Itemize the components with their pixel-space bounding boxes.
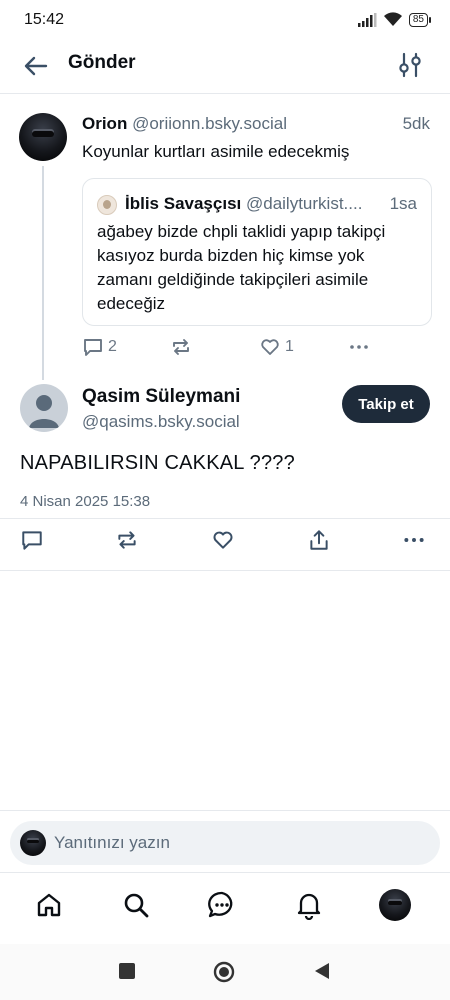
quote-text: ağabey bizde chpli taklidi yapıp takipçi… [97,222,386,313]
repost-button[interactable] [115,528,139,552]
repost-icon [118,531,136,549]
quoted-post[interactable]: İblis Savaşçısı @dailyturkist.... 1sa ağ… [82,178,432,326]
reply-placeholder: Yanıtınızı yazın [54,833,170,852]
author-name[interactable]: Qasim Süleymani [82,386,240,408]
more-icon [404,538,424,542]
home-icon [37,893,61,917]
thread-settings-button[interactable] [398,52,422,78]
chat-icon [208,891,233,918]
recents-button[interactable] [118,962,136,985]
quote-avatar [97,195,117,215]
wifi-icon [383,12,402,26]
square-icon [119,963,135,979]
author-name[interactable]: Orion [82,114,127,133]
battery-indicator: 85 [408,12,432,27]
comment-icon [22,531,42,550]
nav-search[interactable] [120,889,152,921]
sliders-icon [399,52,421,78]
default-avatar-icon [29,395,59,428]
author-handle[interactable]: @oriionn.bsky.social [132,114,287,133]
back-system-button[interactable] [313,962,331,985]
divider [0,570,450,571]
post-text: NAPABILIRSIN CAKKAL ???? [20,452,295,474]
share-icon [310,530,328,550]
more-button[interactable] [402,528,426,552]
heart-icon [261,339,279,355]
status-icons: 85 [357,12,432,27]
divider [0,518,450,519]
reply-button[interactable]: 2 [82,336,117,358]
quote-author-handle: @dailyturkist.... [245,194,363,213]
nav-home[interactable] [33,889,65,921]
home-system-button[interactable] [213,961,235,988]
author-handle[interactable]: @qasims.bsky.social [82,412,240,432]
search-icon [124,893,149,918]
quote-time: 1sa [385,194,417,214]
post-author[interactable]: Orion @oriionn.bsky.social [82,114,287,134]
reply-input[interactable]: Yanıtınızı yazın [10,821,440,865]
avatar[interactable] [20,384,68,432]
status-time: 15:42 [24,11,65,28]
status-bar: 15:42 85 [0,0,450,40]
page-title: Gönder [68,52,136,73]
divider [0,810,450,811]
nav-notifications[interactable] [293,889,325,921]
triangle-back-icon [315,963,329,979]
reply-count: 2 [108,338,117,355]
quote-author: İblis Savaşçısı @dailyturkist.... [125,194,421,214]
comment-icon [84,339,102,356]
heart-icon [213,531,233,549]
repost-icon [173,339,189,355]
like-button[interactable] [211,528,235,552]
post-actions [20,528,432,554]
like-count: 1 [285,338,294,355]
thread-connector-line [42,166,44,380]
post-time: 5dk [402,114,430,133]
post-actions: 2 1 [82,336,432,360]
circle-icon [213,961,235,983]
reply-button[interactable] [20,528,44,552]
signal-icon [357,12,377,27]
more-icon [350,345,368,349]
share-button[interactable] [307,528,331,552]
follow-button[interactable]: Takip et [342,385,430,423]
back-button[interactable] [22,52,50,80]
like-button[interactable]: 1 [259,336,294,358]
avatar [20,830,46,856]
quote-author-name: İblis Savaşçısı [125,194,242,213]
post-date: 4 Nisan 2025 15:38 [20,493,151,510]
nav-profile-avatar[interactable] [379,889,411,921]
more-button[interactable] [348,336,370,358]
arrow-left-icon [24,56,48,76]
bottom-nav [0,872,450,944]
nav-chat[interactable] [206,889,238,921]
avatar[interactable] [19,113,67,161]
post-text: Koyunlar kurtları asimile edecekmiş [82,142,350,161]
system-nav-bar [0,944,450,1000]
repost-button[interactable] [170,336,192,358]
top-header: Gönder [0,40,450,94]
bell-icon [297,893,321,920]
